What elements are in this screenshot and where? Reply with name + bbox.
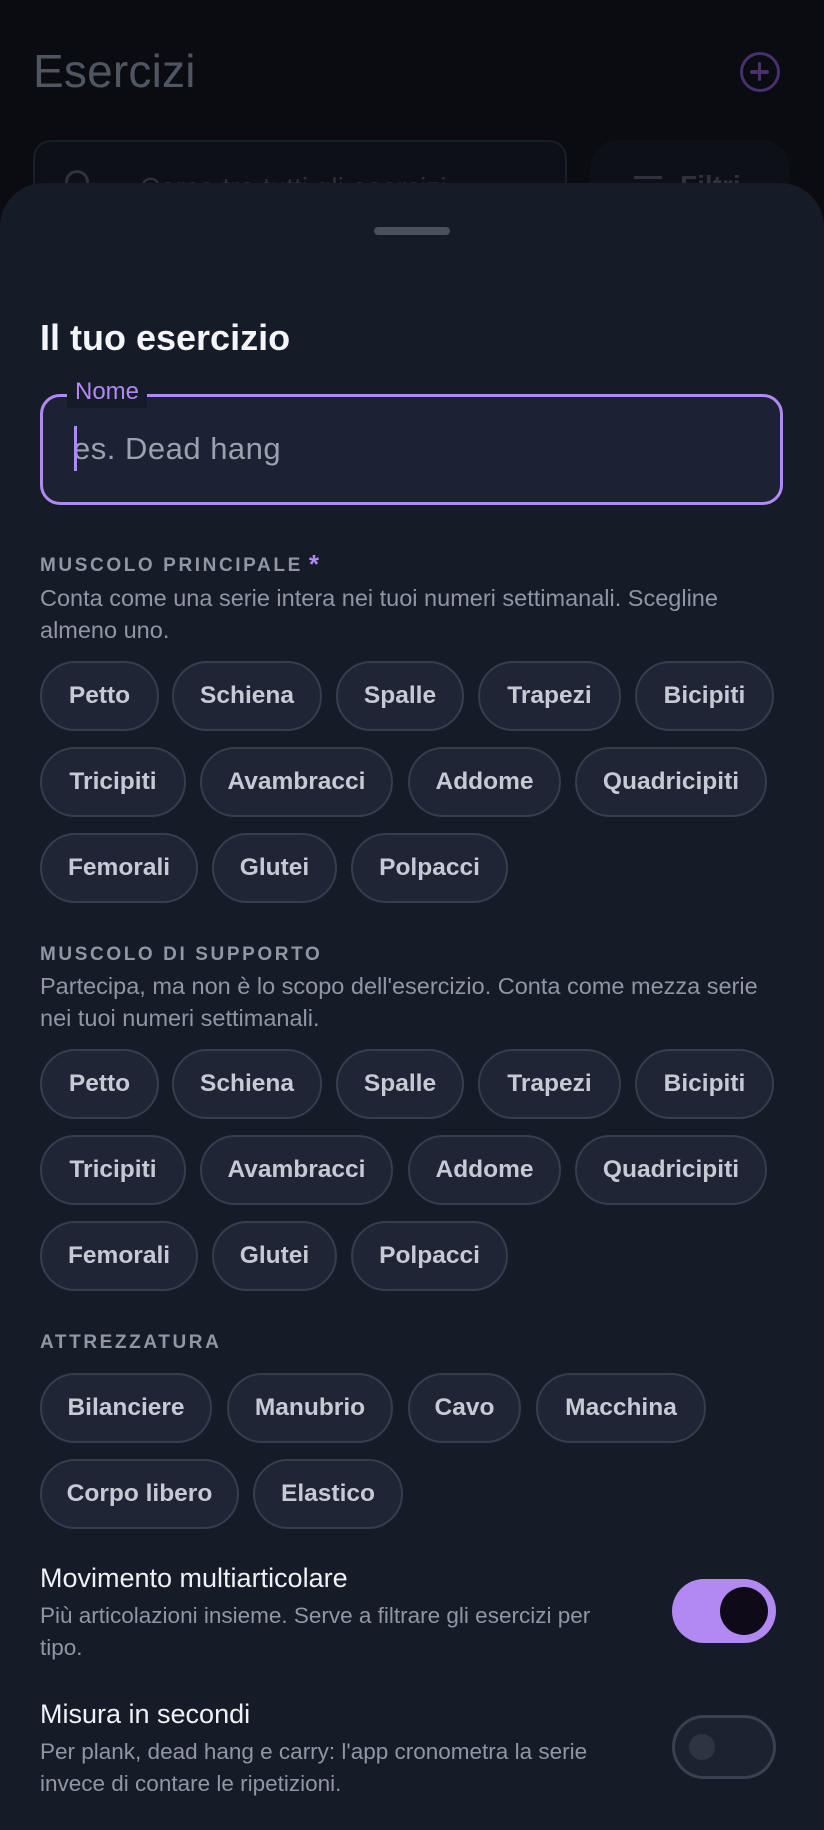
support-chip-avambracci[interactable]: Avambracci	[200, 1135, 393, 1205]
name-input[interactable]	[73, 417, 753, 481]
primary-chip-bicipiti[interactable]: Bicipiti	[635, 661, 774, 731]
primary-muscle-heading: MUSCOLO PRINCIPALE *	[40, 549, 319, 579]
support-muscle-heading: MUSCOLO DI SUPPORTO	[40, 944, 323, 965]
support-chip-petto[interactable]: Petto	[40, 1049, 159, 1119]
support-chip-trapezi[interactable]: Trapezi	[478, 1049, 621, 1119]
support-chip-tricipiti[interactable]: Tricipiti	[40, 1135, 186, 1205]
name-field-label: Nome	[67, 376, 148, 408]
toggle-knob	[689, 1734, 715, 1760]
support-chip-addome[interactable]: Addome	[408, 1135, 561, 1205]
equipment-chip-macchina[interactable]: Macchina	[536, 1373, 706, 1443]
support-chip-glutei[interactable]: Glutei	[212, 1221, 337, 1291]
primary-chip-petto[interactable]: Petto	[40, 661, 159, 731]
sheet-drag-handle[interactable]	[374, 227, 450, 235]
equipment-chip-cavo[interactable]: Cavo	[408, 1373, 521, 1443]
sheet-title: Il tuo esercizio	[40, 317, 291, 358]
primary-chip-quadricipiti[interactable]: Quadricipiti	[575, 747, 767, 817]
toggle-knob	[720, 1587, 768, 1635]
support-chip-bicipiti[interactable]: Bicipiti	[635, 1049, 774, 1119]
support-muscle-description: Partecipa, ma non è lo scopo dell'eserci…	[40, 973, 758, 1031]
compound-title: Movimento multiarticolare	[40, 1563, 348, 1593]
support-chip-quadricipiti[interactable]: Quadricipiti	[575, 1135, 767, 1205]
timed-toggle[interactable]	[672, 1715, 776, 1779]
equipment-chip-elastico[interactable]: Elastico	[253, 1459, 403, 1529]
text-caret	[74, 426, 77, 471]
required-mark: *	[308, 549, 319, 579]
support-chip-spalle[interactable]: Spalle	[336, 1049, 464, 1119]
equipment-heading: ATTREZZATURA	[40, 1332, 222, 1353]
page-title: Esercizi	[33, 45, 196, 97]
primary-chip-schiena[interactable]: Schiena	[172, 661, 322, 731]
primary-chip-trapezi[interactable]: Trapezi	[478, 661, 621, 731]
primary-chip-avambracci[interactable]: Avambracci	[200, 747, 393, 817]
primary-chip-addome[interactable]: Addome	[408, 747, 561, 817]
support-chip-polpacci[interactable]: Polpacci	[351, 1221, 508, 1291]
timed-description: Per plank, dead hang e carry: l'app cron…	[40, 1739, 588, 1796]
compound-toggle[interactable]	[672, 1579, 776, 1643]
support-chip-schiena[interactable]: Schiena	[172, 1049, 322, 1119]
primary-muscle-description: Conta come una serie intera nei tuoi num…	[40, 585, 718, 643]
primary-chip-tricipiti[interactable]: Tricipiti	[40, 747, 186, 817]
equipment-chip-manubrio[interactable]: Manubrio	[227, 1373, 393, 1443]
equipment-chip-corpo-libero[interactable]: Corpo libero	[40, 1459, 239, 1529]
primary-chip-spalle[interactable]: Spalle	[336, 661, 464, 731]
add-exercise-icon[interactable]	[740, 52, 780, 92]
name-field[interactable]: Nome	[40, 376, 783, 505]
exercise-sheet: Il tuo esercizio Nome MUSCOLO PRINCIPALE…	[0, 183, 824, 1830]
timed-title: Misura in secondi	[40, 1699, 251, 1729]
support-chip-femorali[interactable]: Femorali	[40, 1221, 198, 1291]
compound-description: Più articolazioni insieme. Serve a filtr…	[40, 1603, 591, 1660]
primary-chip-femorali[interactable]: Femorali	[40, 833, 198, 903]
equipment-chip-bilanciere[interactable]: Bilanciere	[40, 1373, 212, 1443]
primary-chip-glutei[interactable]: Glutei	[212, 833, 337, 903]
primary-chip-polpacci[interactable]: Polpacci	[351, 833, 508, 903]
